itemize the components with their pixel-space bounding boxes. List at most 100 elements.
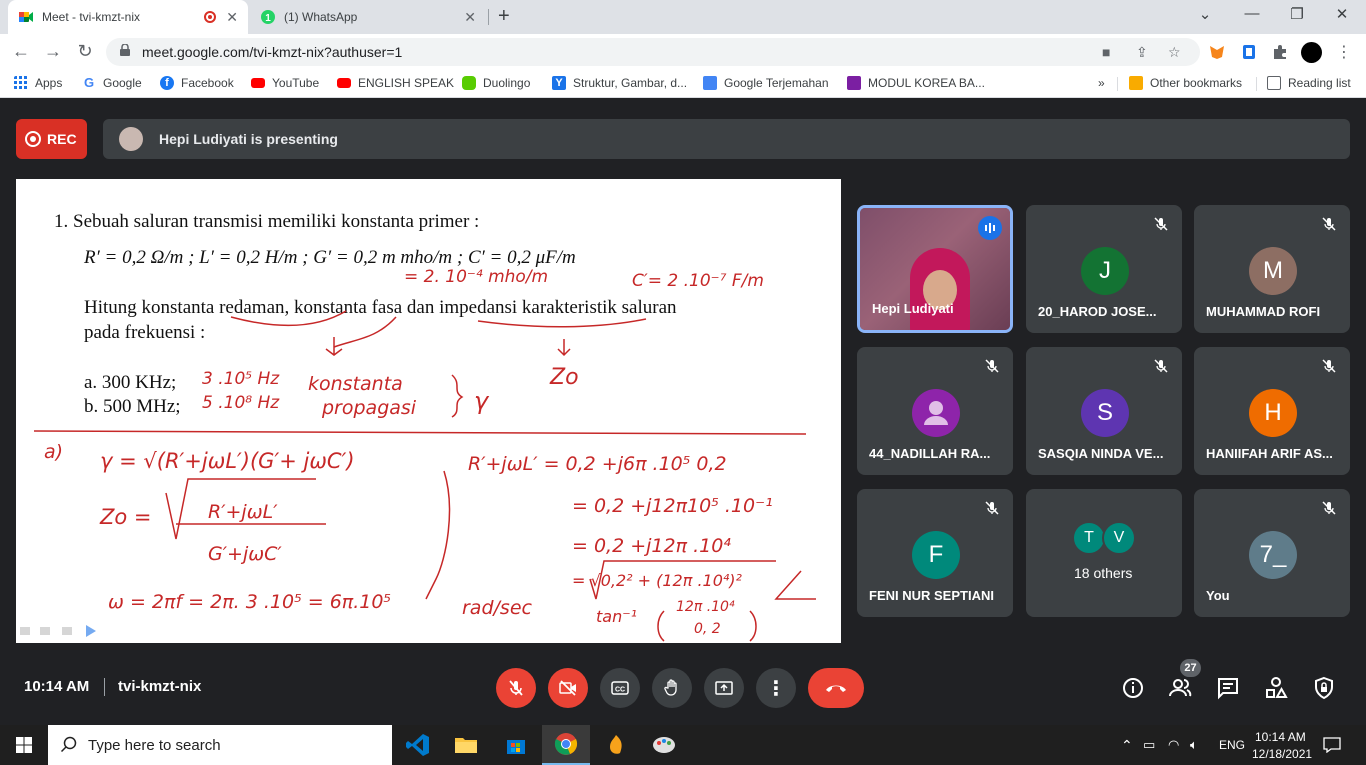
close-window-button[interactable]: ✕ (1330, 5, 1354, 23)
restore-button[interactable]: ❐ (1285, 5, 1309, 23)
raise-hand-button[interactable] (652, 668, 692, 708)
participant-tile-feni[interactable]: F FENI NUR SEPTIANI (857, 489, 1013, 617)
default-person-avatar-icon (912, 389, 960, 437)
share-icon[interactable]: ⇪ (1136, 44, 1148, 61)
show-hidden-icons-icon[interactable]: ⌃ (1121, 737, 1133, 754)
bookmark-facebook[interactable]: f Facebook (160, 76, 234, 90)
chat-icon[interactable] (1216, 676, 1240, 700)
bookmark-label: Duolingo (483, 76, 531, 90)
microsoft-store-taskbar-icon[interactable] (492, 725, 540, 765)
more-options-button[interactable]: ⋮ (756, 668, 796, 708)
forward-button[interactable]: → (42, 41, 64, 62)
mic-off-icon (1154, 217, 1168, 231)
meeting-details-icon[interactable] (1121, 676, 1145, 700)
recording-badge[interactable]: REC (16, 119, 87, 159)
search-icon (60, 736, 77, 753)
bookmark-google-terjemahan[interactable]: Google Terjemahan (703, 76, 829, 90)
activities-icon[interactable] (1264, 676, 1288, 700)
participant-avatar: J (1081, 247, 1129, 295)
duolingo-icon (462, 76, 476, 90)
reading-list[interactable]: Reading list (1267, 76, 1351, 90)
participant-name: You (1206, 588, 1230, 603)
youtube-icon (337, 78, 351, 88)
address-bar[interactable]: meet.google.com/tvi-kmzt-nix?authuser=1 … (106, 38, 1200, 66)
chrome-taskbar-icon[interactable] (542, 725, 590, 765)
raise-hand-icon (664, 679, 677, 696)
presenting-text: Hepi Ludiyati is presenting (159, 131, 338, 147)
bookmark-modul-korea[interactable]: MODUL KOREA BA... (847, 76, 985, 90)
back-button[interactable]: ← (10, 41, 32, 62)
more-bookmarks-button[interactable]: » (1098, 76, 1105, 90)
close-tab-icon[interactable]: ✕ (226, 9, 238, 26)
fl-studio-taskbar-icon[interactable] (592, 725, 640, 765)
participant-count-badge: 27 (1180, 659, 1201, 677)
vscode-taskbar-icon[interactable] (394, 725, 442, 765)
participant-tile-others[interactable]: T V 18 others (1026, 489, 1182, 617)
participant-tile-nadillah[interactable]: 44_NADILLAH RA... (857, 347, 1013, 475)
captions-icon: CC (611, 681, 629, 695)
bookmark-star-icon[interactable]: ☆ (1168, 44, 1181, 61)
participant-name: HANIIFAH ARIF AS... (1206, 446, 1333, 461)
notifications-icon[interactable] (1323, 737, 1341, 753)
people-icon[interactable] (1168, 676, 1192, 700)
tab-whatsapp[interactable]: 1 (1) WhatsApp ✕ (250, 0, 486, 34)
taskbar-search-box[interactable]: Type here to search (48, 725, 392, 765)
bookmark-english-speak[interactable]: ENGLISH SPEAK (337, 76, 454, 90)
bookmark-label: Google Terjemahan (724, 76, 829, 90)
tab-meet[interactable]: Meet - tvi-kmzt-nix ✕ (8, 0, 248, 34)
start-button[interactable] (0, 725, 48, 765)
extensions-puzzle-icon[interactable] (1271, 43, 1289, 61)
participant-tile-sasqia[interactable]: S SASQIA NINDA VE... (1026, 347, 1182, 475)
paint-taskbar-icon[interactable] (640, 725, 688, 765)
chrome-menu-icon[interactable]: ⋮ (1336, 42, 1352, 62)
toggle-camera-button[interactable] (548, 668, 588, 708)
bookmark-youtube[interactable]: YouTube (251, 76, 319, 90)
youtube-icon (251, 78, 265, 88)
participant-avatar: S (1081, 389, 1129, 437)
extension-icon[interactable] (1240, 43, 1258, 61)
reload-button[interactable]: ↻ (74, 41, 96, 62)
whatsapp-icon: 1 (260, 9, 276, 25)
clock-date[interactable]: 12/18/2021 (1252, 747, 1312, 761)
recording-indicator-icon (204, 11, 216, 23)
others-count: 18 others (1074, 565, 1133, 581)
tab-divider (488, 9, 489, 25)
bookmark-label: Reading list (1288, 76, 1351, 90)
toggle-mic-button[interactable] (496, 668, 536, 708)
metamask-extension-icon[interactable] (1208, 43, 1226, 61)
participant-tile-you[interactable]: 7_ You (1194, 489, 1350, 617)
close-tab-icon[interactable]: ✕ (464, 9, 476, 26)
language-indicator[interactable]: ENG (1219, 738, 1245, 752)
participant-tile-haniifah[interactable]: H HANIIFAH ARIF AS... (1194, 347, 1350, 475)
camera-permission-icon[interactable]: ■ (1102, 44, 1110, 60)
tab-search-icon[interactable]: ⌄ (1193, 5, 1217, 23)
mic-off-icon (1322, 501, 1336, 515)
minimize-button[interactable]: — (1240, 5, 1264, 22)
svg-text:CC: CC (615, 687, 625, 694)
participant-name: 20_HAROD JOSE... (1038, 304, 1157, 319)
clock-time[interactable]: 10:14 AM (1255, 730, 1306, 744)
host-controls-shield-icon[interactable] (1312, 676, 1336, 700)
wifi-icon[interactable]: ◠ (1168, 737, 1179, 753)
new-tab-button[interactable]: + (498, 5, 510, 28)
present-screen-button[interactable] (704, 668, 744, 708)
volume-icon[interactable]: 🔈︎ (1190, 737, 1198, 753)
battery-icon[interactable]: ▭ (1143, 737, 1155, 753)
bookmark-apps[interactable]: Apps (14, 76, 62, 90)
bookmark-google[interactable]: G Google (82, 76, 142, 91)
present-icon (715, 681, 733, 695)
bookmark-divider (1256, 77, 1257, 91)
bookmark-struktur[interactable]: Y Struktur, Gambar, d... (552, 76, 687, 90)
presenting-banner: Hepi Ludiyati is presenting (103, 119, 1350, 159)
participant-tile-muhammad-rofi[interactable]: M MUHAMMAD ROFI (1194, 205, 1350, 333)
other-bookmarks[interactable]: Other bookmarks (1129, 76, 1242, 90)
captions-button[interactable]: CC (600, 668, 640, 708)
leave-call-button[interactable] (808, 668, 864, 708)
apps-grid-icon (14, 76, 27, 89)
profile-avatar[interactable] (1301, 42, 1322, 63)
participant-tile-hepi-ludiyati[interactable]: Hepi Ludiyati (857, 205, 1013, 333)
rec-label: REC (47, 131, 77, 147)
participant-tile-harod[interactable]: J 20_HAROD JOSE... (1026, 205, 1182, 333)
bookmark-duolingo[interactable]: Duolingo (462, 76, 530, 90)
file-explorer-taskbar-icon[interactable] (442, 725, 490, 765)
